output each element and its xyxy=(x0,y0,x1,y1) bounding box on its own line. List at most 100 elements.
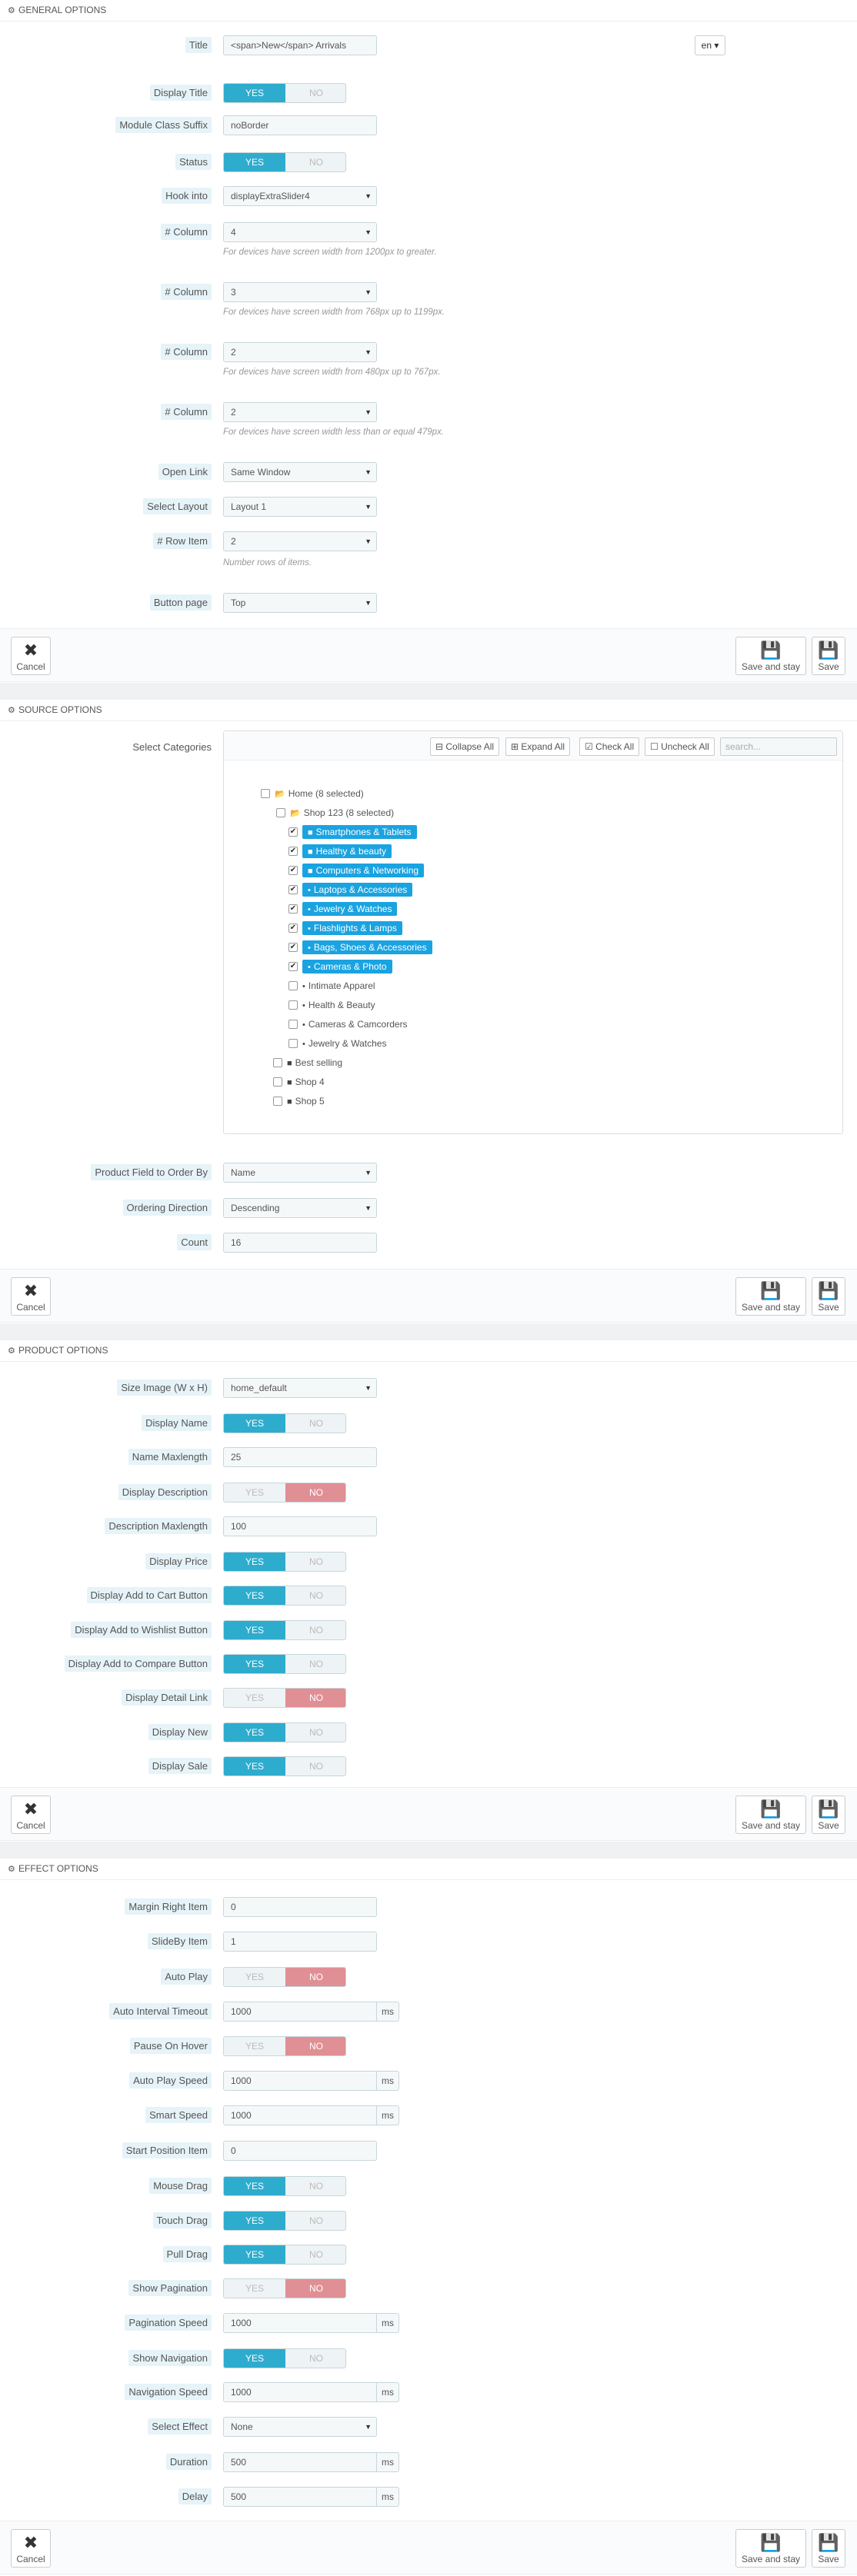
delay-label: Delay xyxy=(0,2487,212,2507)
add-to-cart-switch[interactable]: YES NO xyxy=(223,1586,346,1606)
open-link-select[interactable]: Same Window ▼ xyxy=(223,462,377,482)
cancel-button[interactable]: ✖ Cancel xyxy=(11,637,51,675)
column-1-select[interactable]: 4 ▼ xyxy=(223,222,377,242)
show-pagination-switch[interactable]: YES NO xyxy=(223,2278,346,2298)
row-item-select[interactable]: 2 ▼ xyxy=(223,531,377,551)
layout-select[interactable]: Layout 1 ▼ xyxy=(223,497,377,517)
tree-item-category[interactable]: ✔ ■ Healthy & beauty xyxy=(288,844,392,859)
title-input[interactable]: <span>New</span> Arrivals xyxy=(223,35,377,55)
column-2-select[interactable]: 3 ▼ xyxy=(223,282,377,302)
mouse-drag-switch[interactable]: YES NO xyxy=(223,2176,346,2196)
expand-all-button[interactable]: ⊞ Expand All xyxy=(505,737,571,756)
display-sale-switch[interactable]: YES NO xyxy=(223,1756,346,1776)
cancel-button[interactable]: ✖ Cancel xyxy=(11,1796,51,1834)
tree-item-category[interactable]: • Intimate Apparel xyxy=(288,978,375,993)
auto-play-switch[interactable]: YES NO xyxy=(223,1967,346,1987)
checkbox[interactable] xyxy=(261,788,270,798)
description-maxlength-label: Description Maxlength xyxy=(0,1516,212,1536)
tree-item-category[interactable]: ✔ ■ Smartphones & Tablets xyxy=(288,824,417,840)
size-image-select[interactable]: home_default ▼ xyxy=(223,1378,377,1398)
checkbox[interactable] xyxy=(288,980,298,990)
checkbox[interactable] xyxy=(273,1096,282,1106)
tree-item-shop123[interactable]: 📂 Shop 123 (8 selected) xyxy=(276,805,394,820)
tree-item-category[interactable]: • Health & Beauty xyxy=(288,997,375,1013)
checkbox[interactable] xyxy=(273,1057,282,1067)
checkbox[interactable] xyxy=(288,1000,298,1010)
tree-item-category[interactable]: ✔ • Cameras & Photo xyxy=(288,959,392,974)
collapse-all-button[interactable]: ⊟ Collapse All xyxy=(430,737,500,756)
save-button[interactable]: 💾 Save xyxy=(812,637,845,675)
detail-link-switch[interactable]: YES NO xyxy=(223,1688,346,1708)
display-price-switch[interactable]: YES NO xyxy=(223,1552,346,1572)
save-button[interactable]: 💾 Save xyxy=(812,2529,845,2568)
count-input[interactable]: 16 xyxy=(223,1233,377,1253)
save-button[interactable]: 💾 Save xyxy=(812,1277,845,1316)
save-and-stay-button[interactable]: 💾 Save and stay xyxy=(735,2529,806,2568)
checkbox-checked[interactable]: ✔ xyxy=(288,961,298,971)
tree-item-home[interactable]: 📂 Home (8 selected) xyxy=(261,786,364,801)
pagination-speed-input[interactable]: 1000 xyxy=(223,2313,377,2333)
touch-drag-switch[interactable]: YES NO xyxy=(223,2211,346,2231)
button-page-select[interactable]: Top ▼ xyxy=(223,593,377,613)
navigation-speed-input[interactable]: 1000 xyxy=(223,2382,377,2402)
hook-select[interactable]: displayExtraSlider4 ▼ xyxy=(223,186,377,206)
checkbox[interactable] xyxy=(288,1019,298,1029)
name-maxlength-input[interactable]: 25 xyxy=(223,1447,377,1467)
language-dropdown[interactable]: en ▾ xyxy=(695,35,725,55)
save-and-stay-button[interactable]: 💾 Save and stay xyxy=(735,1796,806,1834)
checkbox-checked[interactable]: ✔ xyxy=(288,827,298,837)
tree-item-shop[interactable]: ■ Shop 4 xyxy=(273,1074,325,1090)
select-effect-select[interactable]: None ▼ xyxy=(223,2417,377,2437)
start-position-input[interactable]: 0 xyxy=(223,2141,377,2161)
display-title-switch[interactable]: YES NO xyxy=(223,83,346,103)
column-4-select[interactable]: 2 ▼ xyxy=(223,402,377,422)
save-and-stay-button[interactable]: 💾 Save and stay xyxy=(735,637,806,675)
delay-input[interactable]: 500 xyxy=(223,2487,377,2507)
pause-on-hover-switch[interactable]: YES NO xyxy=(223,2036,346,2056)
display-name-switch[interactable]: YES NO xyxy=(223,1413,346,1433)
order-direction-select[interactable]: Descending ▼ xyxy=(223,1198,377,1218)
display-description-switch[interactable]: YES NO xyxy=(223,1483,346,1503)
tree-search-input[interactable]: search... xyxy=(720,737,837,756)
checkbox[interactable] xyxy=(276,807,285,817)
duration-input[interactable]: 500 xyxy=(223,2452,377,2472)
order-field-select[interactable]: Name ▼ xyxy=(223,1163,377,1183)
pull-drag-switch[interactable]: YES NO xyxy=(223,2245,346,2265)
checkbox-checked[interactable]: ✔ xyxy=(288,884,298,894)
auto-play-speed-input[interactable]: 1000 xyxy=(223,2071,377,2091)
cancel-button[interactable]: ✖ Cancel xyxy=(11,1277,51,1316)
slideby-input[interactable]: 1 xyxy=(223,1932,377,1952)
show-navigation-switch[interactable]: YES NO xyxy=(223,2348,346,2368)
status-switch[interactable]: YES NO xyxy=(223,152,346,172)
checkbox-checked[interactable]: ✔ xyxy=(288,923,298,933)
tree-item-shop[interactable]: ■ Best selling xyxy=(273,1055,342,1070)
checkbox[interactable] xyxy=(288,1038,298,1048)
checkbox[interactable] xyxy=(273,1077,282,1087)
column-3-select[interactable]: 2 ▼ xyxy=(223,342,377,362)
display-new-switch[interactable]: YES NO xyxy=(223,1722,346,1742)
checkbox-checked[interactable]: ✔ xyxy=(288,846,298,856)
tree-item-category[interactable]: ✔ • Jewelry & Watches xyxy=(288,901,398,917)
checkbox-checked[interactable]: ✔ xyxy=(288,865,298,875)
auto-interval-input[interactable]: 1000 xyxy=(223,2002,377,2022)
tree-item-category[interactable]: • Jewelry & Watches xyxy=(288,1036,386,1051)
add-to-wishlist-switch[interactable]: YES NO xyxy=(223,1620,346,1640)
cancel-button[interactable]: ✖ Cancel xyxy=(11,2529,51,2568)
smart-speed-input[interactable]: 1000 xyxy=(223,2105,377,2125)
tree-item-category[interactable]: ✔ • Flashlights & Lamps xyxy=(288,920,402,936)
description-maxlength-input[interactable]: 100 xyxy=(223,1516,377,1536)
tree-item-category[interactable]: ✔ • Laptops & Accessories xyxy=(288,882,413,897)
checkbox-checked[interactable]: ✔ xyxy=(288,904,298,914)
tree-item-category[interactable]: ✔ • Bags, Shoes & Accessories xyxy=(288,940,432,955)
add-to-compare-switch[interactable]: YES NO xyxy=(223,1654,346,1674)
check-all-button[interactable]: ☑ Check All xyxy=(579,737,640,756)
save-and-stay-button[interactable]: 💾 Save and stay xyxy=(735,1277,806,1316)
module-class-input[interactable]: noBorder xyxy=(223,115,377,135)
tree-item-category[interactable]: • Cameras & Camcorders xyxy=(288,1017,408,1032)
checkbox-checked[interactable]: ✔ xyxy=(288,942,298,952)
margin-right-input[interactable]: 0 xyxy=(223,1897,377,1917)
uncheck-all-button[interactable]: ☐ Uncheck All xyxy=(645,737,715,756)
save-button[interactable]: 💾 Save xyxy=(812,1796,845,1834)
tree-item-shop[interactable]: ■ Shop 5 xyxy=(273,1093,325,1109)
tree-item-category[interactable]: ✔ ■ Computers & Networking xyxy=(288,863,425,878)
